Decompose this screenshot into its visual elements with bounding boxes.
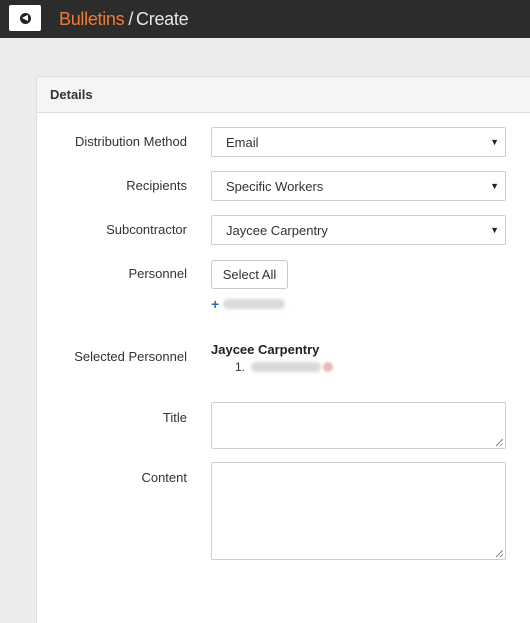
recipients-label: Recipients xyxy=(126,178,187,193)
distribution-method-label: Distribution Method xyxy=(75,134,187,149)
selected-personnel-item: 1. xyxy=(235,360,334,374)
plus-icon: + xyxy=(211,296,220,312)
add-personnel-row[interactable]: + xyxy=(211,296,285,312)
top-bar: ◀ Bulletins / Create xyxy=(0,0,530,38)
chevron-down-icon: ▼ xyxy=(490,181,499,191)
content-textarea[interactable] xyxy=(211,462,506,560)
recipients-value: Specific Workers xyxy=(226,179,324,194)
distribution-method-select[interactable]: Email ▼ xyxy=(211,127,506,157)
selected-personnel-number: 1. xyxy=(235,360,246,374)
subcontractor-label: Subcontractor xyxy=(106,222,187,237)
redacted-personnel-name xyxy=(223,299,285,309)
breadcrumb: Bulletins / Create xyxy=(59,9,189,30)
title-label: Title xyxy=(162,410,187,425)
back-button[interactable]: ◀ xyxy=(9,5,41,31)
remove-icon[interactable] xyxy=(323,362,334,372)
breadcrumb-separator: / xyxy=(128,9,134,29)
selected-personnel-label: Selected Personnel xyxy=(74,349,187,364)
redacted-selected-name xyxy=(251,362,322,372)
selected-group-name: Jaycee Carpentry xyxy=(211,342,320,357)
personnel-label: Personnel xyxy=(128,266,187,281)
chevron-down-icon: ▼ xyxy=(490,225,499,235)
subcontractor-value: Jaycee Carpentry xyxy=(226,223,328,238)
resize-handle-icon[interactable] xyxy=(496,439,503,446)
title-textarea[interactable] xyxy=(211,402,506,449)
resize-handle-icon[interactable] xyxy=(496,550,503,557)
select-all-button[interactable]: Select All xyxy=(211,260,288,289)
back-arrow-icon: ◀ xyxy=(19,12,31,24)
subcontractor-select[interactable]: Jaycee Carpentry ▼ xyxy=(211,215,506,245)
recipients-select[interactable]: Specific Workers ▼ xyxy=(211,171,506,201)
breadcrumb-bulletins-link[interactable]: Bulletins xyxy=(59,9,125,30)
distribution-method-value: Email xyxy=(226,135,259,150)
details-panel: Details Distribution Method Email ▼ Reci… xyxy=(36,76,530,623)
panel-title: Details xyxy=(37,77,530,113)
content-label: Content xyxy=(141,470,187,485)
breadcrumb-current: Create xyxy=(136,9,189,29)
chevron-down-icon: ▼ xyxy=(490,137,499,147)
